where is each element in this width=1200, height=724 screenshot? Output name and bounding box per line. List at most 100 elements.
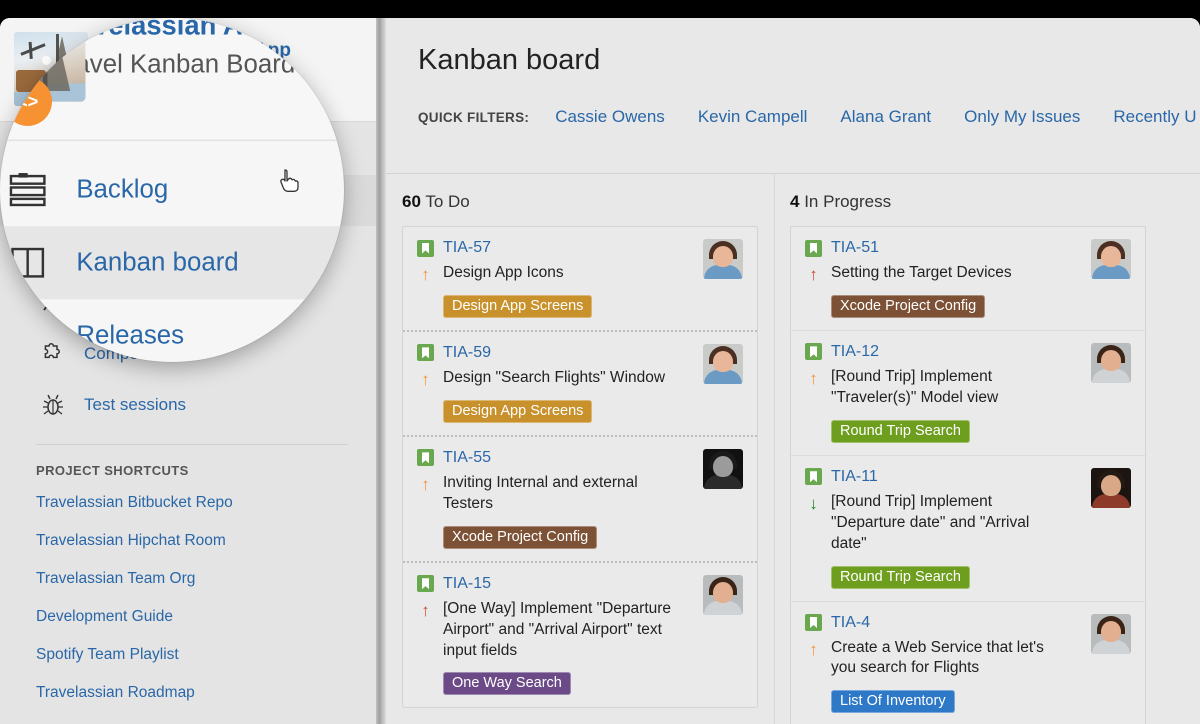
issue-card[interactable]: TIA-51 ↑Setting the Target Devices Xcode P… [791, 227, 1145, 330]
priority-medium-icon: ↑ [417, 473, 434, 493]
quick-filters-bar: QUICK FILTERS: Cassie Owens Kevin Campel… [418, 107, 1200, 127]
story-icon [417, 240, 434, 257]
issue-card[interactable]: TIA-11↓[Round Trip] Implement "Departure… [791, 455, 1145, 601]
issue-card[interactable]: TIA-59 ↑ Design "Search Flights" Window Des… [403, 330, 757, 435]
card-header: TIA-11 [805, 468, 1131, 486]
sidebar-item-test-sessions[interactable]: Test sessions [0, 379, 376, 430]
issue-key-link[interactable]: TIA-55 [443, 449, 491, 467]
card-body: ↑[Round Trip] Implement "Traveler(s)" Mo… [805, 367, 1131, 409]
avatar[interactable] [1091, 343, 1131, 383]
shortcut-spotify-playlist[interactable]: Spotify Team Playlist [0, 636, 376, 674]
avatar[interactable] [1091, 614, 1131, 654]
story-icon [417, 575, 434, 592]
sidebar-item-kanban-board[interactable]: Kanban board [0, 226, 344, 299]
epic-label[interactable]: Design App Screens [443, 400, 592, 423]
board-column: 60 To Do TIA-57 ↑ Design App Icons Design Ap… [386, 174, 774, 724]
card-header: TIA-57 [417, 239, 743, 257]
code-brackets-icon: <> [3, 77, 52, 126]
magnified-project-header: <> Travelassian Android App Travel Kanba… [0, 18, 344, 141]
avatar[interactable] [703, 575, 743, 615]
quick-filter-kevin-campell[interactable]: Kevin Campell [698, 107, 808, 127]
board-columns-icon [3, 241, 52, 284]
card-labels: Xcode Project Config [805, 295, 1131, 318]
epic-label[interactable]: List Of Inventory [831, 690, 955, 713]
epic-label[interactable]: Xcode Project Config [443, 526, 597, 549]
issue-key-link[interactable]: TIA-11 [831, 468, 878, 486]
ship-icon [3, 314, 52, 357]
card-labels: Round Trip Search [805, 420, 1131, 443]
card-header: TIA-12 [805, 343, 1131, 361]
issue-key-link[interactable]: TIA-12 [831, 343, 879, 361]
avatar[interactable] [1091, 239, 1131, 279]
issue-key-link[interactable]: TIA-57 [443, 239, 491, 257]
avatar[interactable] [703, 449, 743, 489]
card-labels: Xcode Project Config [417, 526, 743, 549]
sidebar-item-label: Releases [76, 320, 184, 350]
project-name: Travelassian Android App [52, 18, 344, 42]
board-header: Kanban board QUICK FILTERS: Cassie Owens… [386, 18, 1200, 174]
sidebar-item-label: Test sessions [84, 395, 186, 415]
issue-card[interactable]: TIA-57 ↑ Design App Icons Design App Screen… [403, 227, 757, 330]
issue-card[interactable]: TIA-55↑Inviting Internal and external Te… [403, 435, 757, 561]
story-icon [417, 449, 434, 466]
avatar[interactable] [1091, 468, 1131, 508]
card-labels: Design App Screens [417, 400, 743, 423]
quick-filter-alana-grant[interactable]: Alana Grant [840, 107, 931, 127]
epic-label[interactable]: Design App Screens [443, 295, 592, 318]
quick-filter-only-my-issues[interactable]: Only My Issues [964, 107, 1080, 127]
page-title: Kanban board [418, 44, 1200, 77]
board-columns: 60 To Do TIA-57 ↑ Design App Icons Design Ap… [386, 174, 1200, 724]
issue-summary: Design "Search Flights" Window [443, 368, 665, 389]
pointing-hand-cursor [279, 168, 301, 194]
card-header: TIA-4 [805, 614, 1131, 632]
issue-key-link[interactable]: TIA-4 [831, 614, 870, 632]
epic-label[interactable]: Round Trip Search [831, 420, 970, 443]
priority-medium-icon: ↑ [805, 367, 822, 387]
epic-label[interactable]: Xcode Project Config [831, 295, 985, 318]
card-header: TIA-15 [417, 575, 743, 593]
card-header: TIA-51 [805, 239, 1131, 257]
issue-summary: Create a Web Service that let's you sear… [831, 638, 1069, 680]
column-issue-count: 60 [402, 192, 421, 211]
story-icon [805, 240, 822, 257]
issue-card[interactable]: TIA-4↑Create a Web Service that let's yo… [791, 601, 1145, 724]
magnifier-lens: <> Travelassian Android App Travel Kanba… [0, 18, 344, 362]
card-body: ↑ Design App Icons [417, 263, 743, 284]
card-labels: Design App Screens [417, 295, 743, 318]
column-name: To Do [425, 192, 469, 211]
quick-filter-recently-updated[interactable]: Recently U [1113, 107, 1196, 127]
issue-key-link[interactable]: TIA-15 [443, 575, 491, 593]
issue-summary: Design App Icons [443, 263, 564, 284]
priority-low-icon: ↓ [805, 492, 822, 512]
column-header: 60 To Do [402, 192, 758, 212]
shortcut-bitbucket-repo[interactable]: Travelassian Bitbucket Repo [0, 484, 376, 522]
issue-key-link[interactable]: TIA-51 [831, 239, 879, 257]
shortcut-team-org[interactable]: Travelassian Team Org [0, 560, 376, 598]
issue-card[interactable]: TIA-15 ↑[One Way] Implement "Departure Ai… [403, 561, 757, 708]
avatar[interactable] [703, 344, 743, 384]
shortcut-hipchat-room[interactable]: Travelassian Hipchat Room [0, 522, 376, 560]
card-labels: Round Trip Search [805, 566, 1131, 589]
epic-label[interactable]: One Way Search [443, 672, 571, 695]
card-body: ↑[One Way] Implement "Departure Airport"… [417, 599, 743, 662]
priority-medium-icon: ↑ [417, 368, 434, 388]
quick-filter-cassie-owens[interactable]: Cassie Owens [555, 107, 665, 127]
column-header: 4 In Progress [790, 192, 1146, 212]
issue-card[interactable]: TIA-12 ↑[Round Trip] Implement "Traveler(… [791, 330, 1145, 455]
shortcut-development-guide[interactable]: Development Guide [0, 598, 376, 636]
priority-medium-icon: ↑ [417, 263, 434, 283]
card-stack: TIA-51 ↑Setting the Target Devices Xcode P… [790, 226, 1146, 724]
card-header: TIA-59 [417, 344, 743, 362]
story-icon [805, 468, 822, 485]
column-issue-count: 4 [790, 192, 799, 211]
card-body: ↑ Design "Search Flights" Window [417, 368, 743, 389]
avatar[interactable] [703, 239, 743, 279]
issue-key-link[interactable]: TIA-59 [443, 344, 491, 362]
board-name: Travel Kanban Board [52, 50, 344, 80]
shortcut-roadmap[interactable]: Travelassian Roadmap [0, 674, 376, 712]
column-name: In Progress [804, 192, 891, 211]
epic-label[interactable]: Round Trip Search [831, 566, 970, 589]
card-body: ↑Setting the Target Devices [805, 263, 1131, 284]
sidebar-item-releases[interactable]: Releases [0, 299, 344, 362]
sidebar-resize-handle[interactable] [376, 18, 386, 724]
